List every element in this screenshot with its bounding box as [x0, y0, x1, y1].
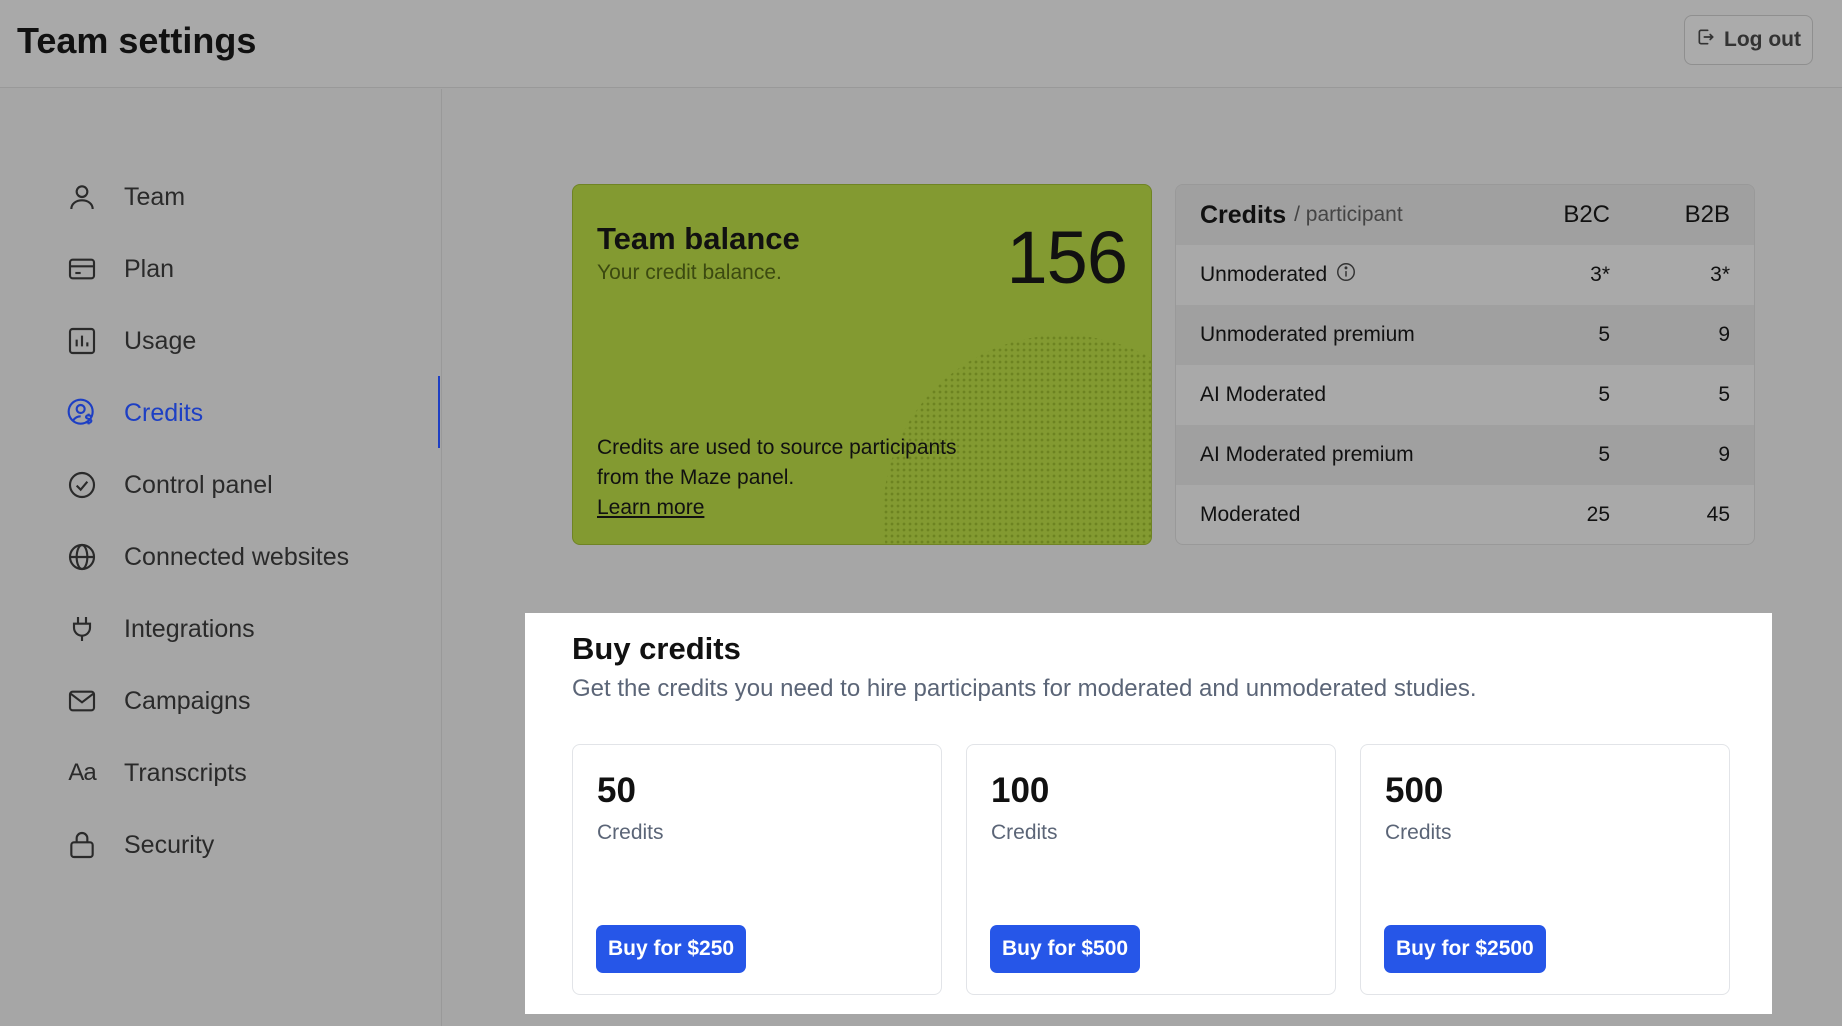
logout-icon — [1696, 27, 1716, 53]
sidebar-item-transcripts[interactable]: Aa Transcripts — [64, 748, 440, 798]
package-unit: Credits — [1385, 821, 1452, 844]
sidebar-item-plan[interactable]: Plan — [64, 244, 440, 294]
balance-value: 156 — [1006, 216, 1128, 299]
cell-b2c: 5 — [1598, 443, 1610, 466]
package-amount: 50 — [597, 771, 636, 810]
sidebar-item-label: Transcripts — [124, 758, 247, 787]
table-subtitle: / participant — [1294, 203, 1403, 226]
info-icon[interactable] — [1335, 261, 1357, 289]
learn-more-link[interactable]: Learn more — [597, 496, 704, 519]
sidebar-item-label: Control panel — [124, 470, 273, 499]
buy-credits-title: Buy credits — [572, 631, 741, 666]
row-label: Unmoderated — [1200, 263, 1328, 286]
table-row: Moderated 25 45 — [1176, 485, 1754, 544]
mail-icon — [64, 683, 100, 719]
sidebar-item-label: Team — [124, 182, 186, 211]
buy-credits-panel: Buy credits Get the credits you need to … — [525, 613, 1772, 1014]
sidebar-item-integrations[interactable]: Integrations — [64, 604, 440, 654]
credit-card-icon — [64, 251, 100, 287]
row-label: AI Moderated premium — [1200, 443, 1414, 466]
table-row: Unmoderated premium 5 9 — [1176, 305, 1754, 365]
sidebar-item-campaigns[interactable]: Campaigns — [64, 676, 440, 726]
cell-b2b: 5 — [1718, 383, 1730, 406]
balance-description-text: Credits are used to source participants … — [597, 436, 957, 489]
balance-subtitle: Your credit balance. — [597, 261, 782, 284]
credits-table: Credits / participant B2C B2B Unmoderate… — [1175, 184, 1755, 545]
table-header: Credits / participant B2C B2B — [1176, 185, 1754, 245]
package-amount: 100 — [991, 771, 1050, 810]
row-label: Unmoderated premium — [1200, 323, 1415, 346]
bar-chart-icon — [64, 323, 100, 359]
sidebar: Team Plan Usage Credits Control panel Co… — [0, 89, 442, 1026]
balance-title: Team balance — [597, 221, 800, 256]
buy-100-credits-button[interactable]: Buy for $500 — [990, 925, 1141, 973]
table-row: Unmoderated 3* 3* — [1176, 245, 1754, 305]
cell-b2c: 25 — [1586, 503, 1610, 526]
cell-b2b: 3* — [1710, 263, 1730, 286]
cell-b2c: 5 — [1598, 323, 1610, 346]
sidebar-item-label: Campaigns — [124, 686, 251, 715]
header: Team settings Log out — [0, 0, 1842, 88]
user-dollar-icon — [64, 395, 100, 431]
check-circle-icon — [64, 467, 100, 503]
lock-icon — [64, 827, 100, 863]
sidebar-item-team[interactable]: Team — [64, 172, 440, 222]
cell-b2b: 9 — [1718, 323, 1730, 346]
team-balance-card: Team balance Your credit balance. 156 Cr… — [572, 184, 1152, 545]
package-unit: Credits — [991, 821, 1058, 844]
credit-package-50: 50 Credits Buy for $250 — [572, 744, 942, 995]
sidebar-item-connected-websites[interactable]: Connected websites — [64, 532, 440, 582]
text-aa-icon: Aa — [68, 759, 96, 786]
package-unit: Credits — [597, 821, 664, 844]
sidebar-item-label: Connected websites — [124, 542, 350, 571]
logout-label: Log out — [1724, 28, 1801, 51]
row-label: Moderated — [1200, 503, 1301, 526]
sidebar-item-label: Integrations — [124, 614, 255, 643]
buy-credits-subtitle: Get the credits you need to hire partici… — [572, 675, 1477, 702]
column-header-b2b: B2B — [1684, 201, 1730, 228]
sidebar-item-usage[interactable]: Usage — [64, 316, 440, 366]
credit-package-100: 100 Credits Buy for $500 — [966, 744, 1336, 995]
table-row: AI Moderated premium 5 9 — [1176, 425, 1754, 485]
plug-icon — [64, 611, 100, 647]
sidebar-item-label: Plan — [124, 254, 175, 283]
sidebar-item-credits[interactable]: Credits — [64, 376, 440, 448]
page-title: Team settings — [17, 20, 257, 61]
sidebar-item-label: Credits — [124, 398, 204, 427]
sidebar-item-label: Usage — [124, 326, 197, 355]
sidebar-item-control-panel[interactable]: Control panel — [64, 460, 440, 510]
buy-50-credits-button[interactable]: Buy for $250 — [596, 925, 747, 973]
buy-500-credits-button[interactable]: Buy for $2500 — [1384, 925, 1546, 973]
row-label: AI Moderated — [1200, 383, 1327, 406]
user-icon — [64, 179, 100, 215]
cell-b2b: 45 — [1706, 503, 1730, 526]
logout-button[interactable]: Log out — [1684, 15, 1813, 65]
column-header-b2c: B2C — [1563, 201, 1610, 228]
package-amount: 500 — [1385, 771, 1444, 810]
table-row: AI Moderated 5 5 — [1176, 365, 1754, 425]
cell-b2b: 9 — [1718, 443, 1730, 466]
sidebar-item-label: Security — [124, 830, 215, 859]
globe-icon — [64, 539, 100, 575]
cell-b2c: 5 — [1598, 383, 1610, 406]
sidebar-item-security[interactable]: Security — [64, 820, 440, 870]
credit-package-500: 500 Credits Buy for $2500 — [1360, 744, 1730, 995]
table-title: Credits — [1200, 200, 1287, 229]
cell-b2c: 3* — [1590, 263, 1610, 286]
balance-description: Credits are used to source participants … — [597, 433, 957, 523]
